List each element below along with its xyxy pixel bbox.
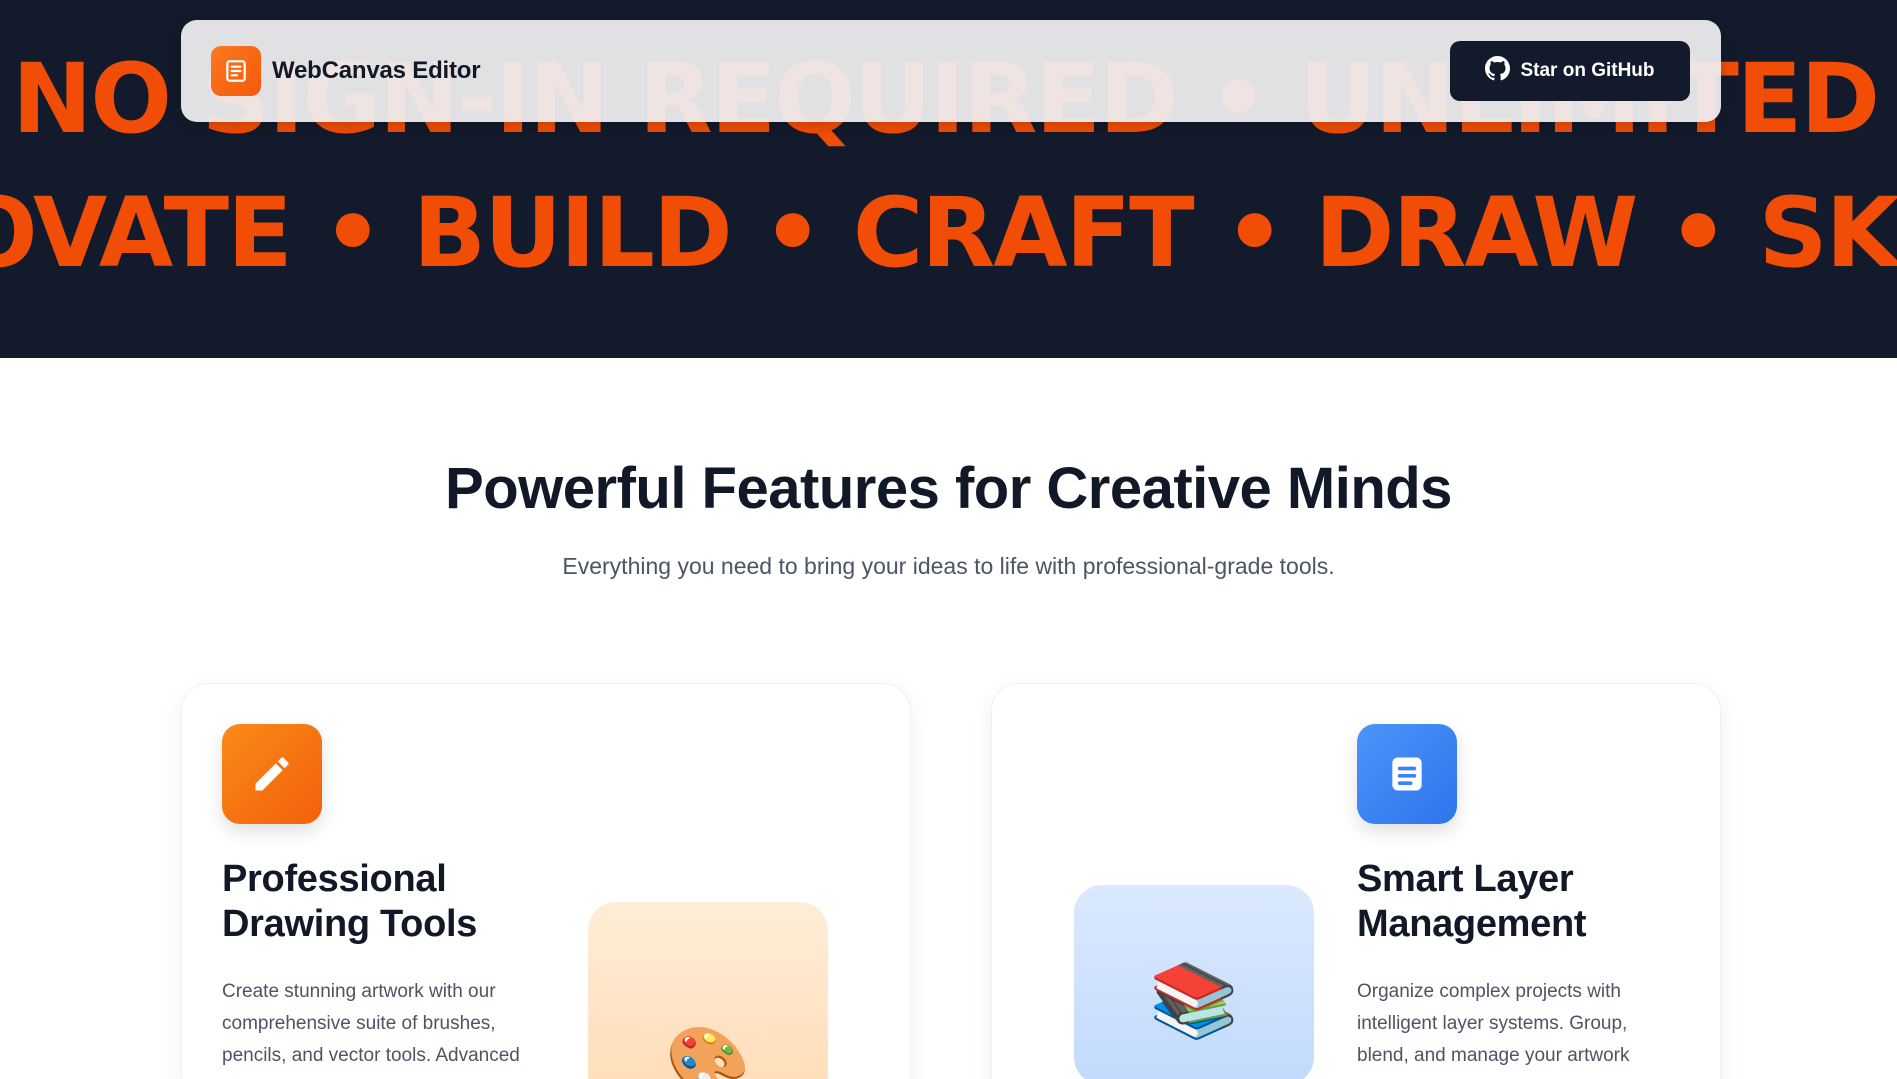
books-illustration: 📚 [1074, 885, 1314, 1079]
pencil-icon [222, 724, 322, 824]
feature-card-drawing-tools: Professional Drawing Tools Create stunni… [181, 683, 911, 1079]
card-title-line: Drawing Tools [222, 903, 478, 945]
document-icon [211, 46, 261, 96]
star-on-github-button[interactable]: Star on GitHub [1450, 41, 1690, 101]
palette-emoji: 🎨 [665, 1024, 751, 1079]
card-description-line: blend, and manage your artwork [1357, 1045, 1630, 1066]
feature-card-layer-management: Smart Layer Management Organize complex … [991, 683, 1721, 1079]
brand-name: WebCanvas Editor [272, 57, 481, 84]
marquee-text-bottom: OVATE • BUILD • CRAFT • DRAW • SKETCH • [0, 177, 1897, 289]
brand-link[interactable]: WebCanvas Editor [211, 46, 481, 96]
card-title-line: Smart Layer [1357, 858, 1574, 900]
document-icon [1357, 724, 1457, 824]
card-title: Smart Layer Management [1357, 857, 1587, 947]
card-description-line: pencils, and vector tools. Advanced [222, 1045, 520, 1066]
hero-banner: NO SIGN-IN REQUIRED • UNLIMITED CREATIVI… [0, 0, 1897, 358]
github-button-label: Star on GitHub [1520, 60, 1655, 81]
books-emoji: 📚 [1149, 960, 1239, 1041]
card-description-line: comprehensive suite of brushes, [222, 1013, 496, 1034]
card-description-line: Organize complex projects with [1357, 981, 1621, 1002]
card-title-line: Management [1357, 903, 1587, 945]
card-description: Create stunning artwork with our compreh… [222, 976, 552, 1072]
card-description-line: intelligent layer systems. Group, [1357, 1013, 1628, 1034]
card-description-line: Create stunning artwork with our [222, 981, 496, 1002]
palette-illustration: 🎨 [588, 902, 828, 1079]
github-icon [1485, 55, 1511, 87]
card-title: Professional Drawing Tools [222, 857, 477, 947]
card-description: Organize complex projects with intellige… [1357, 976, 1687, 1072]
features-subtitle: Everything you need to bring your ideas … [562, 553, 1335, 579]
card-title-line: Professional [222, 858, 447, 900]
features-title: Powerful Features for Creative Minds [445, 456, 1452, 521]
navbar: WebCanvas Editor Star on GitHub [181, 20, 1721, 122]
